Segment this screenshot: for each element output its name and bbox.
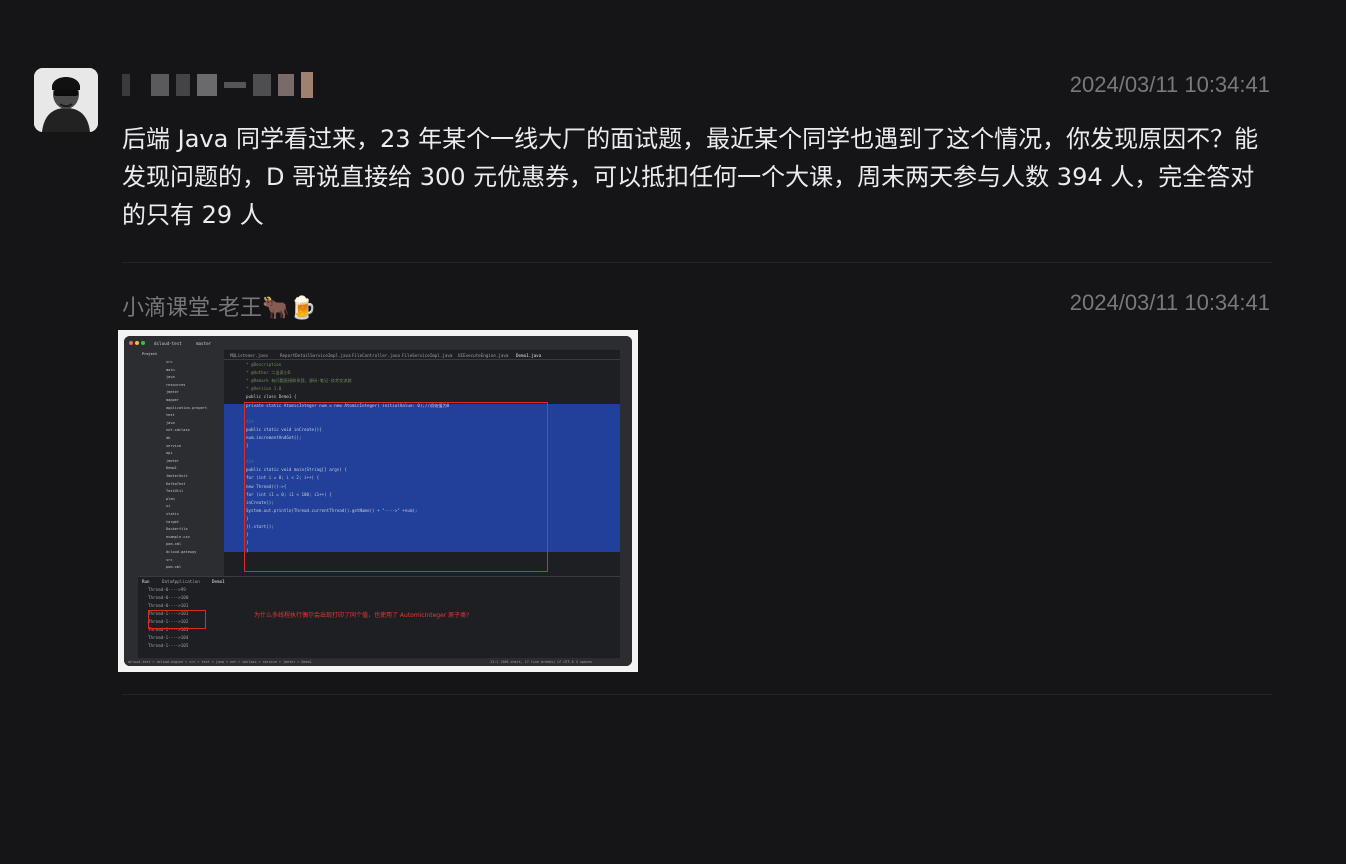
console-line: Thread-0---->101: [148, 603, 189, 608]
ide-left-toolbar: [124, 350, 138, 658]
run-tab: Run: [142, 579, 150, 584]
branch-name: master: [196, 341, 212, 346]
console-highlight-box: [148, 610, 206, 629]
avatar[interactable]: [34, 68, 98, 132]
tab: ReportDetailServiceImpl.java: [280, 353, 351, 358]
tree-item: mapper: [166, 398, 179, 402]
code-line: public class Demo1 {: [246, 394, 297, 400]
tree-item: KafkaTest: [166, 481, 186, 486]
tree-item: jmeter: [166, 458, 179, 463]
status-info: 13:1 (508 chars, 17 line breaks) LF UTF-…: [490, 660, 593, 664]
tree-item: target: [166, 519, 179, 524]
tree-item: dcloud-gateway: [166, 550, 197, 554]
sender-name[interactable]: 小滴课堂-老王🐂🍺: [122, 290, 317, 322]
tree-item: TestUtil: [166, 489, 184, 494]
console-line: Thread-1---->104: [148, 635, 189, 640]
tree-item: main: [166, 367, 175, 372]
code-line: * @Remark 有问题直接联系我，源码-笔记-技术交流群: [246, 378, 352, 384]
tree-item: Demo1: [166, 466, 177, 471]
message-text: 后端 Java 同学看过来，23 年某个一线大厂的面试题，最近某个同学也遇到了这…: [122, 125, 1259, 229]
code-highlight-box: [244, 402, 548, 572]
console-line: Thread-0---->99: [148, 587, 186, 592]
tree-item: api: [166, 451, 173, 456]
tree-item: ui: [166, 504, 171, 509]
tree-item: example.csv: [166, 534, 190, 539]
project-header: Project: [142, 352, 158, 356]
tree-item: plan: [166, 496, 175, 501]
ide-right-toolbar: [620, 350, 632, 658]
message-divider: [122, 694, 1272, 695]
code-line: * @Author 二当家小D: [246, 370, 291, 376]
breadcrumb: dcloud-test > dcloud-engine > src > test…: [128, 660, 312, 664]
tree-item: java: [166, 420, 175, 425]
editor-tabs: MQListener.java ReportDetailServiceImpl.…: [224, 350, 632, 360]
console-line: Thread-1---->105: [148, 643, 189, 648]
tree-item: net.xdclass: [166, 428, 190, 433]
run-panel: Run DataApplication Demo1 Thread-0---->9…: [138, 576, 620, 658]
tree-item: java: [166, 375, 175, 380]
tree-item: Dockerfile: [166, 527, 188, 532]
project-tree: Project src main java resources jmeter mapper…: [138, 350, 224, 576]
console-line: Thread-0---->100: [148, 595, 189, 600]
tree-item: pom.xml: [166, 565, 182, 570]
tree-item: resources: [166, 382, 186, 387]
tree-item: test: [166, 413, 175, 418]
tree-item: db: [166, 436, 171, 440]
tab: MQListener.java: [230, 353, 268, 358]
sender-name-blurred: [122, 72, 313, 98]
code-line: * @Description: [246, 362, 282, 367]
message-timestamp: 2024/03/11 10:34:41: [1069, 290, 1270, 315]
run-tab: DataApplication: [162, 579, 200, 584]
ide-title-bar: dcloud-test master: [124, 336, 632, 350]
tab: UIExecuteEngine.java: [458, 353, 509, 358]
tree-item: JmeterUnit: [166, 474, 188, 478]
project-name: dcloud-test: [154, 341, 182, 346]
avatar-portrait-icon: [34, 68, 98, 132]
code-line: * @Version 1.0: [246, 386, 282, 392]
tab: FileServiceImpl.java: [402, 353, 453, 358]
tab-active: Demo1.java: [516, 353, 542, 358]
tree-item: src: [166, 557, 173, 562]
tree-item: src: [166, 360, 173, 364]
question-annotation: 为什么多线程执行偶尔会出现打印了同个值，也使用了 AutomicInteger …: [254, 612, 470, 619]
ide-screenshot-image[interactable]: dcloud-test master Project src main java re…: [118, 330, 638, 672]
message-timestamp: 2024/03/11 10:34:41: [1069, 72, 1270, 97]
tab: FileController.java: [352, 353, 400, 358]
run-tab: Demo1: [212, 579, 225, 584]
status-bar: dcloud-test > dcloud-engine > src > test…: [124, 658, 632, 666]
tree-item: application.propert: [166, 405, 208, 410]
tree-item: static: [166, 512, 179, 516]
ide-window: dcloud-test master Project src main java re…: [124, 336, 632, 666]
tree-item: pom.xml: [166, 542, 182, 547]
tree-item: service: [166, 443, 182, 448]
message-divider: [122, 262, 1272, 263]
tree-item: jmeter: [166, 390, 179, 395]
